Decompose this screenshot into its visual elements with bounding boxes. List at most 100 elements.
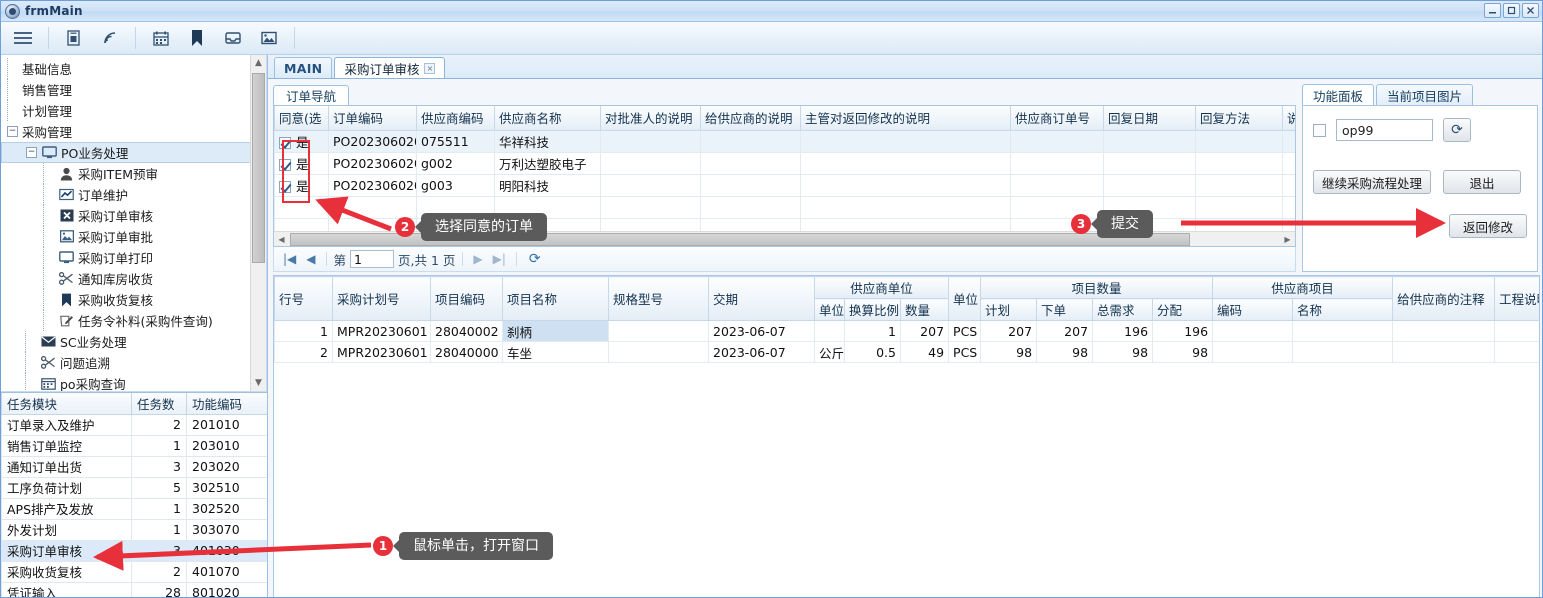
hscroll-right-arrow[interactable]: ▶ [1280, 232, 1295, 246]
tab-current-item-image[interactable]: 当前项目图片 [1376, 84, 1474, 105]
detail-col-item-code[interactable]: 项目编码 [430, 276, 503, 321]
page-number-input[interactable] [350, 250, 395, 268]
detail-col-ratio[interactable]: 换算比例 [844, 298, 901, 321]
task-col-1[interactable]: 任务模块 [1, 393, 132, 415]
tree-node-13[interactable]: 任务令补料(采购件查询) [1, 310, 266, 331]
detail-col-s-unit[interactable]: 单位 [814, 298, 845, 321]
op-input[interactable] [1336, 119, 1433, 141]
tab-function-panel[interactable]: 功能面板 [1302, 84, 1375, 105]
detail-row[interactable]: 1 MPR20230601 28040002 刹柄 2023-06-07 1 207 PCS 2… [274, 320, 1539, 342]
order-row[interactable]: 是 PO202306020(g002万利达塑胶电子 [274, 151, 1295, 175]
agree-cell[interactable]: 是 [274, 129, 329, 153]
rss-icon[interactable] [92, 24, 128, 52]
image-icon[interactable] [251, 24, 287, 52]
continue-purchase-flow-button[interactable]: 继续采购流程处理 [1313, 170, 1431, 194]
order-col-11[interactable]: 说明 [1282, 106, 1295, 131]
tab-purchase-order-review[interactable]: 采购订单审核 × [334, 57, 446, 78]
detail-item-name[interactable]: 刹柄 [502, 320, 609, 342]
detail-col-demand[interactable]: 总需求 [1092, 298, 1154, 321]
refresh-icon[interactable]: ⟳ [524, 251, 541, 267]
tree-node-1[interactable]: 基础信息 [1, 58, 266, 79]
tree-node-15[interactable]: 问题追溯 [1, 352, 266, 373]
tree-node-6[interactable]: 采购ITEM预审 [1, 163, 266, 184]
detail-col-item-name[interactable]: 项目名称 [502, 276, 609, 321]
detail-col-sup-name[interactable]: 名称 [1292, 298, 1394, 321]
task-row[interactable]: 采购收货复核 2 401070 [1, 560, 267, 583]
tree-node-14[interactable]: SC业务处理 [1, 331, 266, 352]
task-row[interactable]: 凭证输入 28 801020 [1, 581, 267, 597]
print-icon[interactable] [56, 24, 92, 52]
order-grid[interactable]: 同意(选 订单编码 供应商编码 供应商名称 对批准人的说明 给供应商的说明 主管对返回修改的… [274, 106, 1295, 231]
tree-node-3[interactable]: 计划管理 [1, 100, 266, 121]
scroll-up-arrow[interactable]: ▲ [251, 55, 266, 71]
agree-cell[interactable]: 是 [274, 151, 329, 175]
detail-col-sup-code[interactable]: 编码 [1212, 298, 1294, 321]
tree-node-2[interactable]: 销售管理 [1, 79, 266, 100]
close-button[interactable] [1522, 3, 1539, 18]
detail-col-delivery[interactable]: 交期 [708, 276, 815, 321]
calendar-icon[interactable] [143, 24, 179, 52]
exit-button[interactable]: 退出 [1443, 170, 1521, 194]
tree-node-9[interactable]: 采购订单审批 [1, 226, 266, 247]
order-col-7[interactable]: 主管对返回修改的说明 [800, 106, 1011, 131]
navigation-tree[interactable]: 基础信息 销售管理 计划管理 − 采购管理 − PO业务处理 采购ITEM预审 订单维护 采购订单… [1, 55, 267, 392]
agree-cell[interactable]: 是 [274, 173, 329, 197]
task-row[interactable]: 销售订单监控 1 203010 [1, 434, 267, 457]
order-col-5[interactable]: 对批准人的说明 [600, 106, 701, 131]
order-col-2[interactable]: 订单编码 [328, 106, 417, 131]
detail-col-engineering[interactable]: 工程说明 [1494, 276, 1539, 321]
detail-col-s-qty[interactable]: 数量 [899, 298, 950, 321]
order-col-10[interactable]: 回复方法 [1195, 106, 1283, 131]
scroll-down-arrow[interactable]: ▼ [251, 375, 266, 391]
tree-node-8[interactable]: 采购订单审核 [1, 205, 266, 226]
tree-node-11[interactable]: 通知库房收货 [1, 268, 266, 289]
return-modify-button[interactable]: 返回修改 [1449, 214, 1527, 238]
detail-col-order[interactable]: 下单 [1036, 298, 1094, 321]
bookmark-icon[interactable] [179, 24, 215, 52]
tab-main[interactable]: MAIN [274, 57, 333, 78]
detail-row[interactable]: 2 MPR20230601 28040000 车坐 2023-06-07 公斤 0.5 49 P… [274, 341, 1539, 363]
order-col-4[interactable]: 供应商名称 [494, 106, 601, 131]
order-grid-hscrollbar[interactable]: ◀ ▶ [274, 231, 1295, 246]
detail-col-unit[interactable]: 单位 [948, 276, 982, 321]
tree-scrollbar[interactable]: ▲ ▼ [250, 55, 266, 391]
order-row[interactable]: 是 PO202306020(g003明阳科技 [274, 173, 1295, 197]
order-col-9[interactable]: 回复日期 [1103, 106, 1196, 131]
task-col-3[interactable]: 功能编码 [186, 393, 267, 415]
last-page-button[interactable]: ▶| [490, 252, 509, 266]
task-module-table[interactable]: 任务模块 任务数 功能编码 订单录入及维护 2 201010 销售订单监控 1 203010 通… [1, 392, 267, 597]
detail-grid-wrapper[interactable]: 行号 采购计划号 项目编码 项目名称 规格型号 交期 供应商单位 单位 项目数量 供应商项目 给供应… [273, 275, 1540, 597]
detail-grid[interactable]: 行号 采购计划号 项目编码 项目名称 规格型号 交期 供应商单位 单位 项目数量 供应商项目 给供应… [274, 276, 1539, 363]
op-checkbox[interactable] [1313, 123, 1326, 137]
tree-node-4[interactable]: − 采购管理 [1, 121, 266, 142]
close-icon[interactable]: × [424, 62, 436, 74]
menu-icon[interactable] [5, 24, 41, 52]
tree-node-5[interactable]: − PO业务处理 [1, 142, 266, 163]
detail-col-plan[interactable]: 计划 [980, 298, 1038, 321]
op-refresh-button[interactable]: ⟳ [1443, 118, 1471, 142]
tree-node-7[interactable]: 订单维护 [1, 184, 266, 205]
task-row[interactable]: 采购订单审核 3 401030 [1, 539, 267, 562]
order-col-3[interactable]: 供应商编码 [416, 106, 495, 131]
agree-checkbox[interactable] [279, 158, 291, 171]
order-col-6[interactable]: 给供应商的说明 [700, 106, 801, 131]
agree-checkbox[interactable] [279, 136, 291, 149]
inbox-icon[interactable] [215, 24, 251, 52]
detail-col-supplier-note[interactable]: 给供应商的注释 [1392, 276, 1496, 321]
order-row[interactable]: 是 PO202306020(075511华祥科技 [274, 129, 1295, 153]
first-page-button[interactable]: |◀ [280, 252, 299, 266]
next-page-button[interactable]: ▶ [470, 252, 485, 266]
detail-item-name[interactable]: 车坐 [502, 341, 609, 363]
task-row[interactable]: 外发计划 1 303070 [1, 518, 267, 541]
agree-checkbox[interactable] [279, 180, 291, 193]
order-col-8[interactable]: 供应商订单号 [1010, 106, 1104, 131]
maximize-button[interactable] [1503, 3, 1520, 18]
hscroll-thumb[interactable] [290, 232, 1190, 246]
tree-node-16[interactable]: po采购查询 [1, 373, 266, 391]
minimize-button[interactable] [1484, 3, 1501, 18]
tab-order-navigation[interactable]: 订单导航 [273, 85, 350, 105]
hscroll-left-arrow[interactable]: ◀ [274, 232, 289, 246]
order-col-1[interactable]: 同意(选 [274, 106, 329, 131]
tree-node-12[interactable]: 采购收货复核 [1, 289, 266, 310]
scroll-thumb[interactable] [252, 73, 265, 263]
